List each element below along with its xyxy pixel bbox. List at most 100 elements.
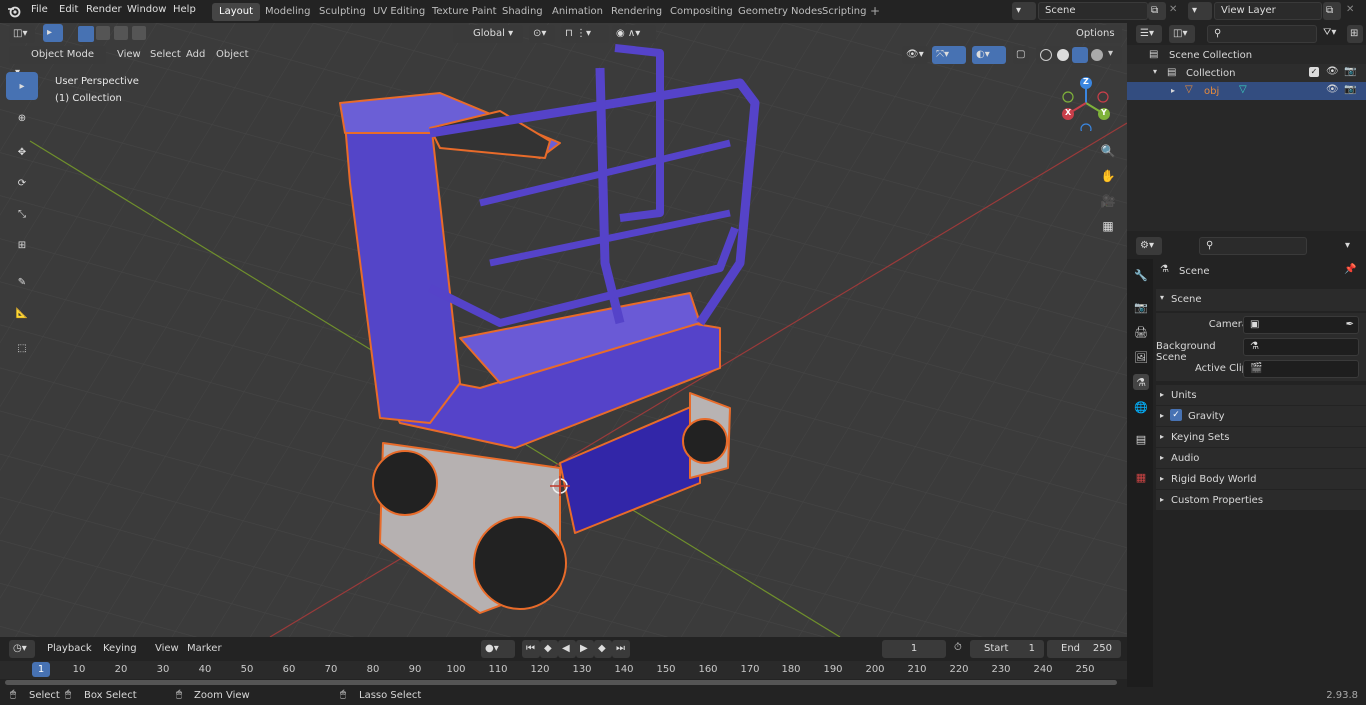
scene-selector-button[interactable]: ▾ <box>1012 2 1036 20</box>
3d-viewport[interactable]: ◫▾ ▸ Global ▾ ⊙▾ ⊓ ⋮▾ ◉ ∧▾ Options ▾ Obj… <box>0 23 1127 637</box>
outliner-editor-type-button[interactable]: ☰▾ <box>1136 25 1162 43</box>
delete-view-layer-icon[interactable]: ✕ <box>1346 4 1354 15</box>
output-tab-icon[interactable]: 🖨 <box>1133 324 1149 340</box>
jump-start-icon[interactable]: ⏮ <box>522 640 540 658</box>
filter-icon[interactable]: ⛛▾ <box>1323 27 1336 38</box>
timeline-menu-marker[interactable]: Marker <box>187 643 222 654</box>
next-keyframe-icon[interactable]: ◆ <box>594 640 612 658</box>
tab-compositing[interactable]: Compositing <box>663 3 740 21</box>
units-panel-header[interactable]: ▸ Units <box>1156 385 1366 405</box>
menu-file[interactable]: File <box>31 4 48 15</box>
render-tab-icon[interactable]: 📷 <box>1133 299 1149 315</box>
start-frame-field[interactable]: Start 1 <box>970 640 1044 658</box>
tab-texture-paint[interactable]: Texture Paint <box>425 3 504 21</box>
expand-arrow-icon[interactable]: ▾ <box>1153 67 1157 76</box>
material-preview-icon[interactable] <box>1072 47 1088 63</box>
view-layer-tab-icon[interactable]: 🖼 <box>1133 349 1149 365</box>
shading-options-icon[interactable]: ▾ <box>1108 48 1113 59</box>
orthographic-toggle-icon[interactable]: ▦ <box>1097 215 1119 237</box>
menu-view[interactable]: View <box>117 49 141 60</box>
texture-tab-icon[interactable]: ▦ <box>1133 469 1149 485</box>
camera-icon[interactable]: 📷 <box>1344 66 1356 77</box>
camera-field[interactable]: ▣ ✒ <box>1243 316 1359 334</box>
world-tab-icon[interactable]: 🌐 <box>1133 399 1149 415</box>
tab-animation[interactable]: Animation <box>545 3 610 21</box>
collection-tab-icon[interactable]: ▤ <box>1133 431 1149 447</box>
properties-editor-type-button[interactable]: ⚙▾ <box>1136 237 1162 255</box>
current-frame-field[interactable]: 1 <box>882 640 946 658</box>
tab-uv-editing[interactable]: UV Editing <box>366 3 432 21</box>
exclude-checkbox[interactable]: ✓ <box>1309 67 1319 77</box>
timeline-scrollbar[interactable] <box>5 680 1117 685</box>
audio-panel-header[interactable]: ▸ Audio <box>1156 448 1366 468</box>
options-dropdown[interactable]: Options ▾ <box>1070 25 1122 57</box>
outliner-row-scene-collection[interactable]: ▤ Scene Collection <box>1127 46 1366 64</box>
cursor-tool-icon[interactable]: ⊕ <box>6 104 38 132</box>
preview-range-icon[interactable]: ⏱ <box>954 642 962 653</box>
eye-icon[interactable]: 👁 <box>1326 66 1339 77</box>
zoom-view-icon[interactable]: 🔍 <box>1097 140 1119 162</box>
menu-playback[interactable]: Playback ▾ <box>41 640 95 672</box>
extend-selection-icon[interactable] <box>96 26 110 40</box>
subtract-selection-icon[interactable] <box>114 26 128 40</box>
selection-mode-icons[interactable] <box>78 26 158 42</box>
timeline-menu-view[interactable]: View <box>155 643 179 654</box>
scale-tool-icon[interactable]: ⤡ <box>6 200 38 228</box>
background-scene-field[interactable]: ⚗ <box>1243 338 1359 356</box>
solid-shading-icon[interactable] <box>1057 49 1069 61</box>
menu-help[interactable]: Help <box>173 4 196 15</box>
jump-end-icon[interactable]: ⏭ <box>612 640 630 658</box>
menu-window[interactable]: Window <box>127 4 166 15</box>
outliner-row-collection[interactable]: ▾ ▤ Collection ✓ 👁 📷 <box>1127 64 1366 82</box>
tab-sculpting[interactable]: Sculpting <box>312 3 373 21</box>
tool-tab-icon[interactable]: 🔧 <box>1133 267 1149 283</box>
active-clip-field[interactable]: 🎬 <box>1243 360 1359 378</box>
scene-name-field[interactable]: Scene <box>1038 2 1148 20</box>
outliner-search-input[interactable]: ⚲ <box>1207 25 1317 43</box>
pivot-point-icon[interactable]: ⊙▾ <box>529 25 555 43</box>
keying-sets-panel-header[interactable]: ▸ Keying Sets <box>1156 427 1366 447</box>
tab-layout[interactable]: Layout <box>212 3 260 21</box>
new-collection-icon[interactable]: ⊞ <box>1347 25 1363 43</box>
properties-options-icon[interactable]: ▾ <box>1345 240 1350 251</box>
proportional-editing-icon[interactable]: ◉ ∧▾ <box>612 25 656 43</box>
tab-shading[interactable]: Shading <box>495 3 550 21</box>
pin-icon[interactable]: 📌 <box>1344 264 1356 275</box>
overlays-icon[interactable]: ◐▾ <box>972 46 1006 64</box>
menu-keying[interactable]: Keying ▾ <box>97 640 145 672</box>
scene-tab-icon[interactable]: ⚗ <box>1133 374 1149 390</box>
snap-icon[interactable]: ⊓ ⋮▾ <box>561 25 609 43</box>
play-reverse-icon[interactable]: ◀ <box>558 640 576 658</box>
add-workspace-icon[interactable]: + <box>870 4 880 18</box>
new-view-layer-icon[interactable]: ⧉ <box>1323 2 1341 20</box>
add-cube-tool-icon[interactable]: ⬚ <box>6 334 38 362</box>
measure-tool-icon[interactable]: 📐 <box>6 299 38 327</box>
tab-scripting[interactable]: Scripting <box>815 3 873 21</box>
menu-select[interactable]: Select <box>150 49 181 60</box>
wireframe-shading-icon[interactable] <box>1040 49 1052 61</box>
play-icon[interactable]: ▶ <box>576 640 594 658</box>
tab-rendering[interactable]: Rendering <box>604 3 669 21</box>
camera-view-icon[interactable]: 🎥 <box>1097 190 1119 212</box>
view-layer-field[interactable]: View Layer <box>1214 2 1322 20</box>
previous-keyframe-icon[interactable]: ◆ <box>540 640 558 658</box>
object-mode-dropdown[interactable]: Object Mode ▾ <box>9 46 106 78</box>
select-box-tool-icon[interactable]: ▸ <box>6 72 38 100</box>
gizmos-icon[interactable]: ⤧▾ <box>932 46 966 64</box>
gravity-checkbox[interactable]: ✓ <box>1170 409 1182 421</box>
display-mode-button[interactable]: ◫▾ <box>1169 25 1195 43</box>
move-tool-icon[interactable]: ✥ <box>6 138 38 166</box>
invert-selection-icon[interactable] <box>132 26 146 40</box>
gravity-panel-header[interactable]: ▸ ✓ Gravity <box>1156 406 1366 426</box>
navigation-gizmo[interactable]: Z Y X <box>1058 75 1114 135</box>
delete-scene-icon[interactable]: ✕ <box>1169 4 1177 15</box>
select-tool-icon[interactable]: ▸ <box>43 24 63 42</box>
camera-icon[interactable]: 📷 <box>1344 84 1356 95</box>
custom-properties-panel-header[interactable]: ▸ Custom Properties <box>1156 490 1366 510</box>
rendered-shading-icon[interactable] <box>1091 49 1103 61</box>
auto-keying-button[interactable]: ●▾ <box>481 640 515 658</box>
xray-icon[interactable]: ▢ <box>1013 46 1029 64</box>
set-selection-mode-icon[interactable] <box>78 26 94 42</box>
rigid-body-world-panel-header[interactable]: ▸ Rigid Body World <box>1156 469 1366 489</box>
tab-modeling[interactable]: Modeling <box>258 3 318 21</box>
